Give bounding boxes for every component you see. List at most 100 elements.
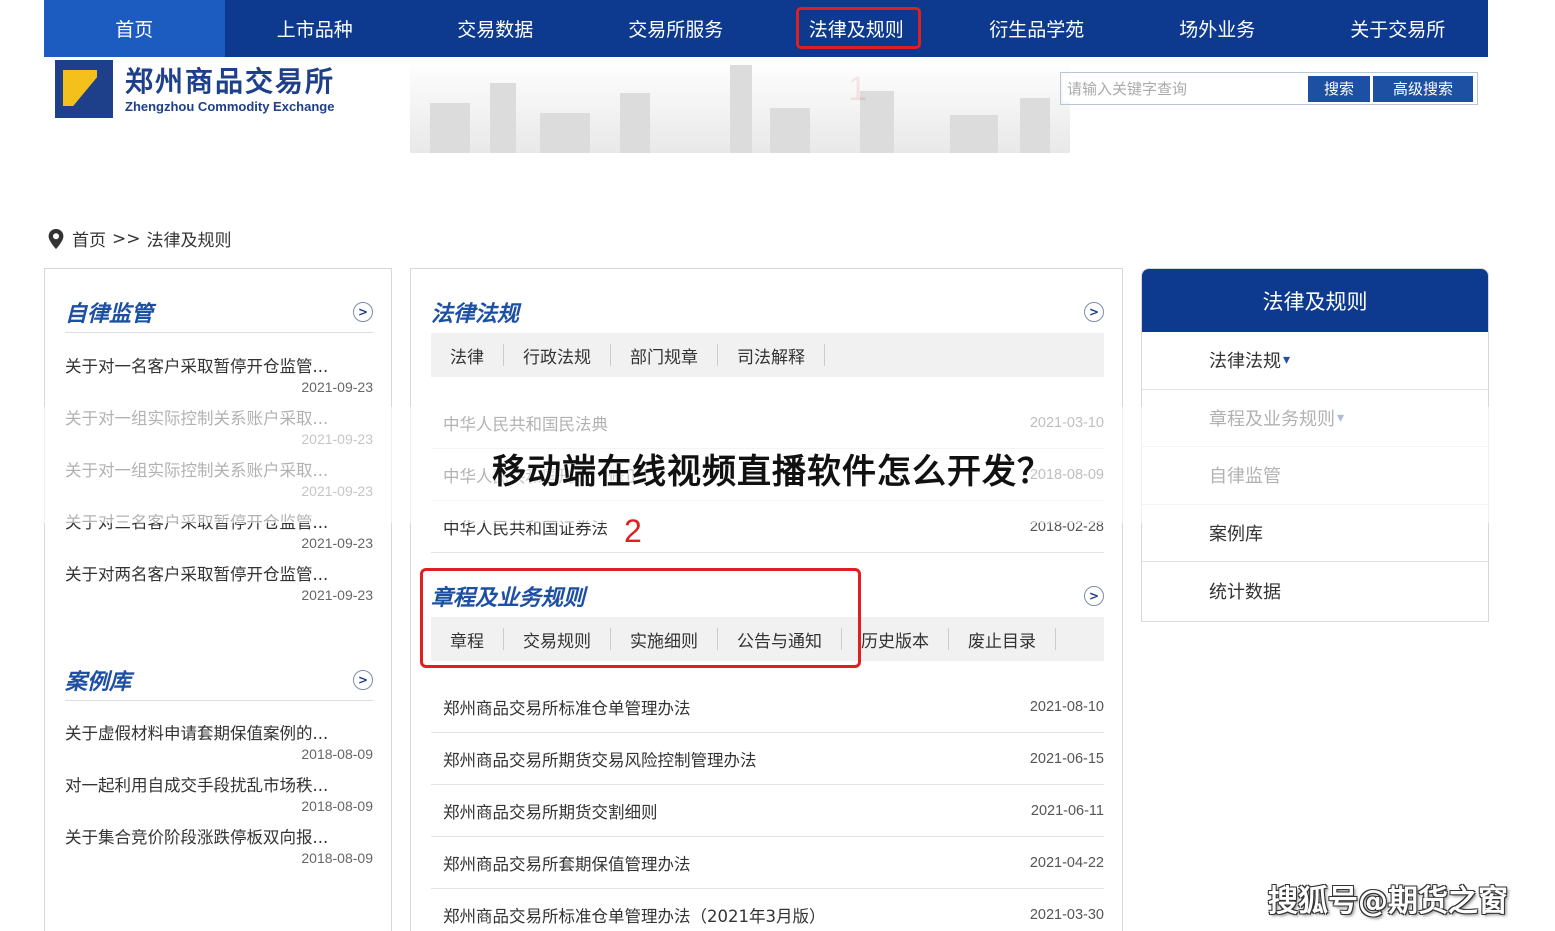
- middle-panel: 法律法规 > 法律 行政法规 部门规章 司法解释 中华人民共和国民法典 2021…: [410, 268, 1123, 931]
- table-row[interactable]: 郑州商品交易所套期保值管理办法 2021-04-22: [431, 837, 1104, 889]
- news-date: 2018-08-09: [301, 850, 373, 866]
- chevron-right-icon[interactable]: >: [353, 669, 373, 690]
- sidebar-item-label: 统计数据: [1209, 581, 1281, 603]
- site-logo[interactable]: 郑州商品交易所 Zhengzhou Commodity Exchange: [55, 60, 335, 118]
- search-input[interactable]: [1063, 75, 1305, 102]
- list-item[interactable]: 关于对一组实际控制关系账户采取... 2021-09-23: [65, 405, 373, 447]
- tab-announcements[interactable]: 公告与通知: [718, 628, 842, 652]
- row-title: 中华人民共和国证券法: [443, 518, 608, 538]
- self-regulation-title[interactable]: 自律监管: [65, 296, 153, 328]
- news-date: 2021-09-23: [301, 431, 373, 447]
- row-date: 2021-03-10: [1029, 414, 1104, 431]
- nav-exchange-services[interactable]: 交易所服务: [586, 0, 767, 57]
- row-date: 2021-06-15: [1029, 750, 1104, 767]
- breadcrumb: 首页 >> 法律及规则: [48, 226, 232, 251]
- row-date: 2021-06-11: [1030, 802, 1104, 819]
- sidebar-item-rules[interactable]: 章程及业务规则 ▾: [1142, 390, 1488, 447]
- list-item[interactable]: 关于虚假材料申请套期保值案例的... 2018-08-09: [65, 720, 373, 762]
- tab-administrative-regulations[interactable]: 行政法规: [504, 344, 611, 368]
- location-pin-icon: [48, 228, 64, 249]
- tab-law[interactable]: 法律: [431, 344, 504, 368]
- self-regulation-header: 自律监管 >: [65, 291, 373, 333]
- chevron-right-icon[interactable]: >: [1084, 302, 1104, 322]
- news-title: 关于集合竞价阶段涨跌停板双向报...: [65, 828, 329, 847]
- table-row[interactable]: 郑州商品交易所标准仓单管理办法 2021-08-10: [431, 681, 1104, 733]
- nav-listed-products[interactable]: 上市品种: [225, 0, 406, 57]
- row-date: 2021-03-30: [1029, 906, 1104, 923]
- news-title: 对一起利用自成交手段扰乱市场秩...: [65, 776, 329, 795]
- list-item[interactable]: 关于对一名客户采取暂停开仓监管... 2021-09-23: [65, 353, 373, 395]
- left-panel: 自律监管 > 关于对一名客户采取暂停开仓监管... 2021-09-23 关于对…: [44, 268, 392, 931]
- table-row[interactable]: 中华人民共和国证券法 2018-02-28: [431, 501, 1104, 553]
- breadcrumb-current: 法律及规则: [146, 231, 232, 251]
- rules-title[interactable]: 章程及业务规则: [431, 580, 585, 612]
- table-row[interactable]: 郑州商品交易所期货交易风险控制管理办法 2021-06-15: [431, 733, 1104, 785]
- news-date: 2021-09-23: [301, 587, 373, 603]
- laws-header: 法律法规 >: [431, 291, 1104, 333]
- tab-charter[interactable]: 章程: [431, 628, 504, 652]
- nav-otc-business[interactable]: 场外业务: [1127, 0, 1308, 57]
- tab-department-rules[interactable]: 部门规章: [611, 344, 718, 368]
- tab-history-versions[interactable]: 历史版本: [842, 628, 949, 652]
- row-date: 2018-02-28: [1029, 518, 1104, 535]
- row-title: 郑州商品交易所标准仓单管理办法: [443, 698, 691, 718]
- nav-about[interactable]: 关于交易所: [1308, 0, 1489, 57]
- news-title: 关于对三名客户采取暂停开仓监管...: [65, 513, 329, 532]
- overlay-title: 移动端在线视频直播软件怎么开发？: [492, 452, 1052, 492]
- rules-tabs: 章程 交易规则 实施细则 公告与通知 历史版本 废止目录: [431, 617, 1104, 661]
- laws-title[interactable]: 法律法规: [431, 296, 519, 328]
- logo-chinese-name: 郑州商品交易所: [125, 64, 336, 98]
- nav-trading-data[interactable]: 交易数据: [405, 0, 586, 57]
- list-item[interactable]: 关于对两名客户采取暂停开仓监管... 2021-09-23: [65, 561, 373, 603]
- row-title: 中华人民共和国民法典: [443, 414, 608, 434]
- news-date: 2018-08-09: [301, 746, 373, 762]
- tab-trading-rules[interactable]: 交易规则: [504, 628, 611, 652]
- news-date: 2021-09-23: [301, 483, 373, 499]
- chevron-right-icon[interactable]: >: [353, 301, 373, 322]
- news-title: 关于对一名客户采取暂停开仓监管...: [65, 357, 329, 376]
- sidebar-item-label: 自律监管: [1209, 466, 1281, 488]
- table-row[interactable]: 郑州商品交易所期货交割细则 2021-06-11: [431, 785, 1104, 837]
- news-title: 关于虚假材料申请套期保值案例的...: [65, 724, 329, 743]
- sidebar-item-self-regulation[interactable]: 自律监管: [1142, 447, 1488, 505]
- logo-english-name: Zhengzhou Commodity Exchange: [125, 98, 335, 114]
- caret-down-icon: ▾: [1283, 352, 1291, 369]
- sidebar-title: 法律及规则: [1142, 269, 1488, 332]
- list-item[interactable]: 关于对三名客户采取暂停开仓监管... 2021-09-23: [65, 509, 373, 551]
- row-title: 郑州商品交易所标准仓单管理办法（2021年3月版）: [443, 906, 826, 926]
- sidebar-item-cases[interactable]: 案例库: [1142, 505, 1488, 562]
- table-row[interactable]: 中华人民共和国民法典 2021-03-10: [431, 397, 1104, 449]
- list-item[interactable]: 关于集合竞价阶段涨跌停板双向报... 2018-08-09: [65, 824, 373, 866]
- search-button[interactable]: 搜索: [1308, 75, 1370, 102]
- laws-tabs: 法律 行政法规 部门规章 司法解释: [431, 333, 1104, 377]
- row-title: 郑州商品交易所期货交易风险控制管理办法: [443, 750, 757, 770]
- rules-header: 章程及业务规则 >: [431, 575, 1104, 617]
- watermark: 搜狐号@期货之窗: [1268, 884, 1508, 919]
- nav-laws-rules[interactable]: 法律及规则: [766, 0, 947, 57]
- list-item[interactable]: 关于对一组实际控制关系账户采取... 2021-09-23: [65, 457, 373, 499]
- row-date: 2021-04-22: [1029, 854, 1104, 871]
- chevron-right-icon[interactable]: >: [1084, 586, 1104, 606]
- row-title: 郑州商品交易所套期保值管理办法: [443, 854, 691, 874]
- sidebar-item-statistics[interactable]: 统计数据: [1142, 562, 1488, 620]
- tab-abolished-list[interactable]: 废止目录: [949, 628, 1056, 652]
- top-nav: 首页 上市品种 交易数据 交易所服务 法律及规则 衍生品学苑 场外业务 关于交易…: [44, 0, 1488, 57]
- tab-implementation-rules[interactable]: 实施细则: [611, 628, 718, 652]
- news-title: 关于对两名客户采取暂停开仓监管...: [65, 565, 329, 584]
- cases-title[interactable]: 案例库: [65, 664, 131, 696]
- sidebar-item-laws[interactable]: 法律法规 ▾: [1142, 332, 1488, 390]
- row-title: 郑州商品交易所期货交割细则: [443, 802, 658, 822]
- nav-home[interactable]: 首页: [44, 0, 225, 57]
- search-bar: 搜索 高级搜索: [1060, 72, 1478, 105]
- nav-derivatives-academy[interactable]: 衍生品学苑: [947, 0, 1128, 57]
- news-date: 2021-09-23: [301, 379, 373, 395]
- news-title: 关于对一组实际控制关系账户采取...: [65, 409, 329, 428]
- sidebar-item-label: 案例库: [1209, 523, 1263, 545]
- tab-judicial-interpretation[interactable]: 司法解释: [718, 344, 825, 368]
- cases-header: 案例库 >: [65, 659, 373, 701]
- breadcrumb-home[interactable]: 首页: [72, 226, 106, 251]
- advanced-search-button[interactable]: 高级搜索: [1373, 75, 1473, 102]
- breadcrumb-separator: >>: [112, 228, 141, 249]
- table-row[interactable]: 郑州商品交易所标准仓单管理办法（2021年3月版） 2021-03-30: [431, 889, 1104, 931]
- list-item[interactable]: 对一起利用自成交手段扰乱市场秩... 2018-08-09: [65, 772, 373, 814]
